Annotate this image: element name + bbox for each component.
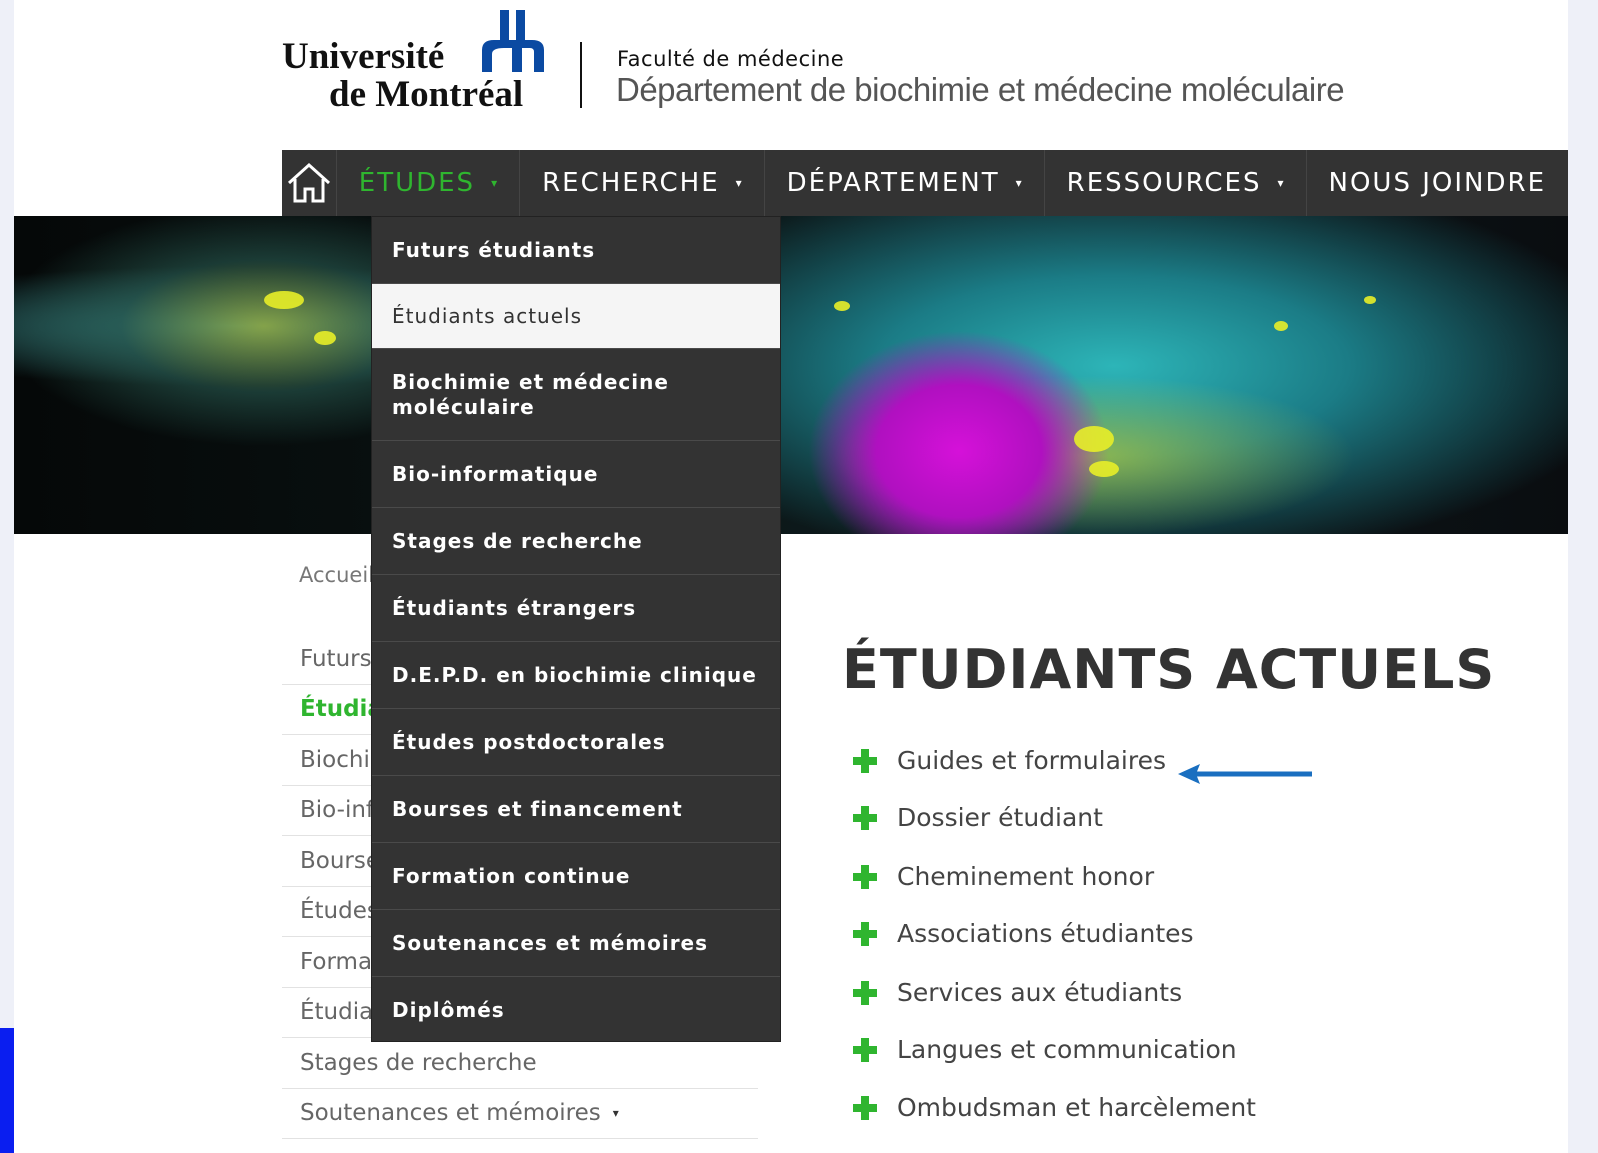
etudes-dropdown-menu: Futurs étudiants Étudiants actuels Bioch…	[371, 216, 781, 1042]
dropdown-item[interactable]: Futurs étudiants	[372, 217, 780, 284]
department-name[interactable]: Département de biochimie et médecine mol…	[616, 71, 1345, 109]
dropdown-item[interactable]: Bourses et financement	[372, 776, 780, 843]
list-item[interactable]: Langues et communication	[853, 1035, 1237, 1064]
plus-icon	[853, 748, 877, 773]
browser-frame-left	[0, 0, 14, 1153]
nav-departement[interactable]: DÉPARTEMENT ▾	[765, 150, 1045, 216]
dropdown-item-hovered[interactable]: Étudiants actuels	[372, 284, 780, 349]
hero-speck	[1074, 426, 1114, 452]
faculty-name[interactable]: Faculté de médecine	[617, 47, 844, 71]
dropdown-item[interactable]: Stages de recherche	[372, 508, 780, 575]
plus-icon	[853, 805, 877, 830]
header-separator	[580, 42, 582, 108]
subnav-item[interactable]: Stages de recherche	[282, 1038, 758, 1089]
hero-speck	[1364, 296, 1376, 304]
nav-ressources[interactable]: RESSOURCES ▾	[1045, 150, 1307, 216]
nav-recherche[interactable]: RECHERCHE ▾	[520, 150, 765, 216]
list-item[interactable]: Dossier étudiant	[853, 803, 1103, 832]
dropdown-item[interactable]: Étudiants étrangers	[372, 575, 780, 642]
logo-line-1: Université	[282, 36, 445, 77]
dropdown-item[interactable]: Formation continue	[372, 843, 780, 910]
home-icon	[287, 162, 330, 203]
dropdown-item[interactable]: Diplômés	[372, 977, 780, 1043]
nav-etudes-label: ÉTUDES	[358, 168, 476, 198]
link-langues-communication[interactable]: Langues et communication	[897, 1035, 1237, 1064]
link-services-etudiants[interactable]: Services aux étudiants	[897, 978, 1182, 1007]
list-item[interactable]: Cheminement honor	[853, 862, 1154, 891]
browser-frame-accent	[0, 1028, 14, 1153]
plus-icon	[853, 921, 877, 946]
nav-ressources-label: RESSOURCES	[1066, 168, 1262, 198]
nav-home-button[interactable]	[282, 150, 337, 216]
dropdown-item[interactable]: Biochimie et médecine moléculaire	[372, 349, 780, 441]
list-item[interactable]: Ombudsman et harcèlement	[853, 1093, 1256, 1122]
nav-etudes[interactable]: ÉTUDES ▾	[337, 150, 521, 216]
caret-down-icon: ▾	[735, 176, 742, 190]
dropdown-item[interactable]: Bio-informatique	[372, 441, 780, 508]
hero-speck	[834, 301, 850, 311]
list-item[interactable]: Guides et formulaires	[853, 746, 1166, 775]
nav-recherche-label: RECHERCHE	[542, 168, 720, 198]
link-dossier-etudiant[interactable]: Dossier étudiant	[897, 803, 1103, 832]
dropdown-item[interactable]: Études postdoctorales	[372, 709, 780, 776]
link-ombudsman-harcelement[interactable]: Ombudsman et harcèlement	[897, 1093, 1256, 1122]
list-item[interactable]: Services aux étudiants	[853, 978, 1182, 1007]
dropdown-item[interactable]: D.E.P.D. en biochimie clinique	[372, 642, 780, 709]
plus-icon	[853, 980, 877, 1005]
logo-line-2: de Montréal	[329, 74, 524, 115]
dropdown-item[interactable]: Soutenances et mémoires	[372, 910, 780, 977]
page-title: ÉTUDIANTS ACTUELS	[842, 638, 1496, 701]
nav-nous-joindre-label: NOUS JOINDRE	[1328, 168, 1546, 198]
nav-nous-joindre[interactable]: NOUS JOINDRE	[1307, 150, 1568, 216]
hero-speck	[1274, 321, 1288, 331]
caret-down-icon: ▾	[1015, 176, 1022, 190]
link-cheminement-honor[interactable]: Cheminement honor	[897, 862, 1154, 891]
plus-icon	[853, 1037, 877, 1062]
udem-emblem-icon	[482, 10, 544, 72]
breadcrumb[interactable]: Accueil	[299, 563, 374, 587]
list-item[interactable]: Associations étudiantes	[853, 919, 1194, 948]
browser-frame-right	[1568, 0, 1598, 1153]
main-navbar: ÉTUDES ▾ RECHERCHE ▾ DÉPARTEMENT ▾ RESSO…	[282, 150, 1568, 216]
caret-down-icon: ▾	[612, 1106, 619, 1121]
hero-speck	[1089, 461, 1119, 477]
hero-speck	[314, 331, 336, 345]
nav-departement-label: DÉPARTEMENT	[786, 168, 1000, 198]
link-guides-formulaires[interactable]: Guides et formulaires	[897, 746, 1166, 775]
plus-icon	[853, 864, 877, 889]
plus-icon	[853, 1095, 877, 1120]
annotation-arrow-icon	[1178, 764, 1312, 784]
hero-speck	[264, 291, 304, 309]
link-associations-etudiantes[interactable]: Associations étudiantes	[897, 919, 1194, 948]
hero-microscopy-image	[14, 216, 1568, 534]
subnav-item-expandable[interactable]: Soutenances et mémoires ▾	[282, 1089, 758, 1139]
caret-down-icon: ▾	[1277, 176, 1284, 190]
caret-down-icon: ▾	[491, 176, 498, 190]
subnav-item-label: Soutenances et mémoires	[300, 1100, 601, 1127]
university-logo[interactable]: Université de Montréal	[282, 10, 552, 115]
